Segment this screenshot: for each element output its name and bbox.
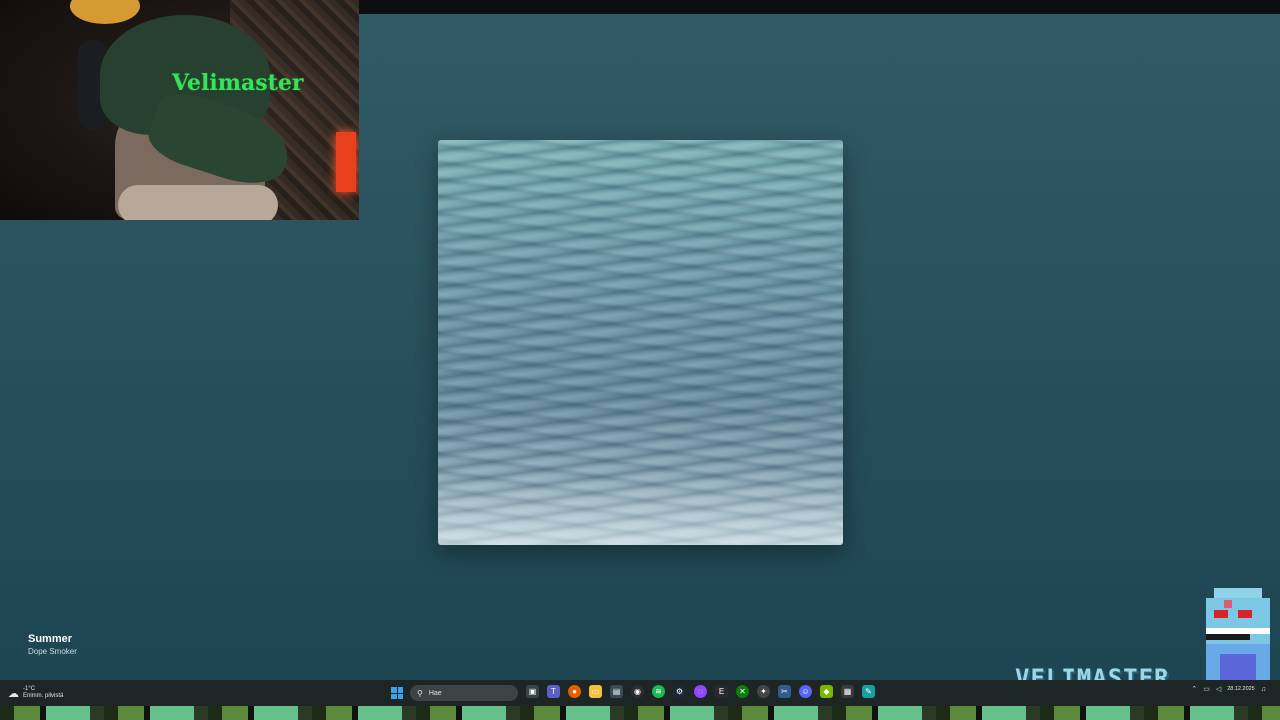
nvidia-icon[interactable]: ◆: [820, 685, 833, 698]
spotify-icon[interactable]: ≋: [652, 685, 665, 698]
taskbar-apps: ▣ T ● ▭ ▤ ◉ ≋ ⚙ ◌ E ✕ ✦ ✂ ☺ ◆ ▦ ✎: [526, 685, 875, 698]
cap-logo-text: Velimaster: [172, 70, 304, 96]
weather-widget[interactable]: ☁ -1°C Enimm. pilvistä: [8, 686, 63, 700]
bottom-decorative-strip: [0, 706, 1280, 720]
chevron-up-icon[interactable]: ⌃: [1191, 685, 1197, 693]
mascot-pixel-icon: [1206, 588, 1270, 680]
steam-icon[interactable]: ⚙: [673, 685, 686, 698]
clock-date[interactable]: 28.12.2025: [1227, 686, 1255, 692]
firefox-icon[interactable]: ●: [568, 685, 581, 698]
task-view-icon[interactable]: ▣: [526, 685, 539, 698]
now-playing-artist[interactable]: Dope Smoker: [28, 647, 77, 656]
notification-bell-icon[interactable]: ♫: [1261, 686, 1266, 693]
weather-desc: Enimm. pilvistä: [23, 693, 64, 699]
teams-icon[interactable]: T: [547, 685, 560, 698]
calculator-icon[interactable]: ▦: [841, 685, 854, 698]
snipping-tool-icon[interactable]: ✂: [778, 685, 791, 698]
red-light: [336, 132, 356, 192]
epic-games-icon[interactable]: E: [715, 685, 728, 698]
file-explorer-icon[interactable]: ▭: [589, 685, 602, 698]
obs-icon[interactable]: ◉: [631, 685, 644, 698]
webcam-overlay: Velimaster: [0, 0, 359, 220]
search-placeholder: Hae: [428, 689, 442, 697]
volume-icon[interactable]: ◁: [1216, 685, 1221, 693]
search-icon: ⚲: [417, 688, 423, 698]
search-box[interactable]: ⚲ Hae: [410, 685, 518, 701]
taskbar: ☁ -1°C Enimm. pilvistä ⚲ Hae ▣ T ● ▭ ▤ ◉…: [0, 680, 1280, 706]
start-button[interactable]: [391, 687, 403, 699]
twitch-icon[interactable]: ◌: [694, 685, 707, 698]
store-icon[interactable]: ▤: [610, 685, 623, 698]
discord-icon[interactable]: ☺: [799, 685, 812, 698]
feather-icon[interactable]: ✎: [862, 685, 875, 698]
network-icon[interactable]: ▭: [1203, 685, 1210, 693]
now-playing-title[interactable]: Summer: [28, 633, 72, 645]
cloud-icon: ☁: [8, 687, 19, 700]
system-tray: ⌃ ▭ ◁ 28.12.2025 ♫: [1191, 685, 1266, 694]
weather-temp: -1°C: [23, 686, 36, 692]
streamer-hands: [118, 185, 278, 220]
album-cover-foam: [438, 475, 843, 545]
xbox-icon[interactable]: ✕: [736, 685, 749, 698]
lamp: [70, 0, 140, 24]
album-cover[interactable]: [438, 140, 843, 545]
settings-icon[interactable]: ✦: [757, 685, 770, 698]
